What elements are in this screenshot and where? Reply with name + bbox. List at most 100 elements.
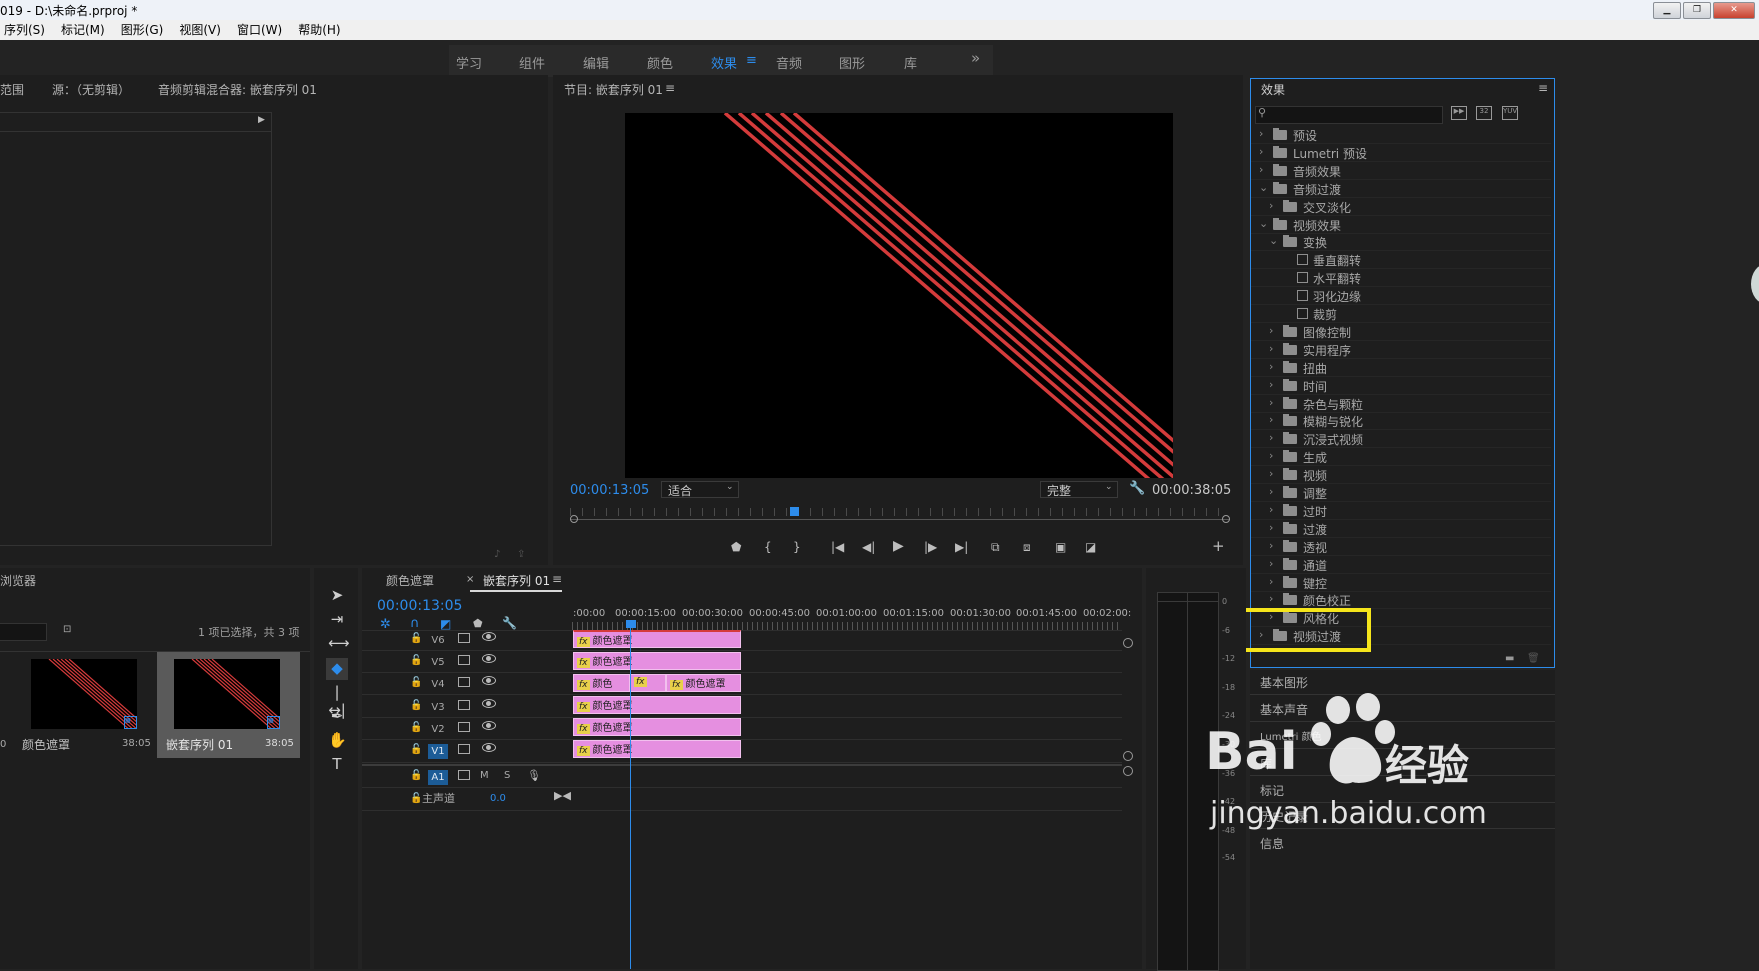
mute-button[interactable]: M — [480, 770, 489, 781]
scroll-handle[interactable] — [1123, 751, 1133, 761]
chevron-right-icon[interactable]: › — [1269, 199, 1273, 212]
yuv-icon[interactable]: YUV — [1502, 106, 1518, 120]
sync-lock-icon[interactable] — [458, 655, 470, 665]
quality-dropdown[interactable]: 完整 ⌄ — [1040, 481, 1118, 498]
chevron-right-icon[interactable]: › — [1259, 163, 1263, 176]
effects-tree-item[interactable]: › 扭曲 — [1251, 359, 1551, 377]
program-scrubber[interactable] — [570, 505, 1230, 525]
effects-search-input[interactable]: ⚲ — [1255, 106, 1443, 124]
close-tab-icon[interactable]: × — [466, 574, 474, 585]
track-select-tool-icon[interactable]: ⇥ — [328, 610, 346, 628]
eye-icon[interactable] — [482, 721, 496, 730]
panel-essential-sound[interactable]: 基本声音 — [1260, 701, 1308, 718]
compare-icon[interactable]: ◪ — [1085, 540, 1096, 554]
lock-icon[interactable]: 🔓 — [410, 744, 422, 755]
type-tool-icon[interactable]: T — [328, 755, 346, 773]
effects-tree-item[interactable]: 裁剪 — [1251, 305, 1551, 323]
export-audio-icon[interactable]: ♪ — [494, 549, 500, 560]
effects-tree-item[interactable]: › 视频 — [1251, 466, 1551, 485]
chevron-right-icon[interactable]: › — [1269, 431, 1273, 444]
sync-lock-icon[interactable] — [458, 722, 470, 732]
effects-tree-item[interactable]: › 过渡 — [1251, 520, 1551, 538]
timeline-playhead[interactable] — [626, 620, 636, 628]
solo-button[interactable]: S — [504, 770, 510, 781]
32-bit-icon[interactable]: 32 — [1476, 106, 1492, 120]
time-ruler[interactable] — [572, 622, 1122, 630]
wrench-icon[interactable]: 🔧 — [1129, 481, 1145, 496]
lock-icon[interactable]: 🔓 — [410, 677, 422, 688]
effects-tree-item[interactable]: › 键控 — [1251, 574, 1551, 592]
effects-tree-item[interactable]: › 颜色校正 — [1251, 591, 1551, 610]
clip-v6[interactable]: fx 颜色遮罩 — [573, 630, 741, 648]
eye-icon[interactable] — [482, 743, 496, 752]
expand-arrow-icon[interactable]: ▶ — [258, 115, 265, 125]
razor-tool-icon[interactable]: ◆ — [328, 659, 346, 677]
chevron-right-icon[interactable]: › — [1269, 396, 1273, 409]
lock-icon[interactable]: 🔓 — [410, 633, 422, 644]
program-video-frame[interactable] — [625, 113, 1173, 478]
chevron-down-icon[interactable]: ⌄ — [1259, 181, 1268, 194]
program-menu-icon[interactable]: ≡ — [665, 81, 675, 95]
maximize-button[interactable]: ❐ — [1683, 2, 1711, 19]
side-handle[interactable] — [1751, 264, 1759, 304]
effects-tree-item[interactable]: › 杂色与颗粒 — [1251, 395, 1551, 413]
panel-info[interactable]: 信息 — [1260, 835, 1284, 852]
tab-scopes[interactable]: 范围 — [0, 81, 24, 98]
effects-tree-item[interactable]: 羽化边缘 — [1251, 287, 1551, 306]
chevron-right-icon[interactable]: › — [1269, 342, 1273, 355]
playhead-marker[interactable] — [790, 507, 799, 516]
eye-icon[interactable] — [482, 699, 496, 708]
effects-tree-item[interactable]: ⌄ 音频过渡 — [1251, 180, 1551, 198]
project-search-input[interactable] — [0, 623, 47, 641]
chevron-down-icon[interactable]: ⌄ — [1269, 234, 1278, 247]
go-to-end-icon[interactable]: ▶◀ — [554, 789, 571, 802]
scroll-handle[interactable] — [1123, 766, 1133, 776]
effects-tree-item[interactable]: › 调整 — [1251, 484, 1551, 502]
chevron-right-icon[interactable]: › — [1269, 539, 1273, 552]
menu-graphics[interactable]: 图形(G) — [121, 20, 164, 40]
chevron-right-icon[interactable]: › — [1269, 467, 1273, 480]
chevron-right-icon[interactable]: › — [1269, 360, 1273, 373]
extract-icon[interactable]: ⧈ — [1023, 540, 1031, 555]
project-item-nested-sequence[interactable]: ▦ 嵌套序列 01 38:05 — [157, 652, 300, 758]
chevron-right-icon[interactable]: › — [1269, 592, 1273, 605]
effects-tree-item[interactable]: › 模糊与锐化 — [1251, 412, 1551, 431]
workspace-tab-libraries[interactable]: 库 — [904, 53, 917, 72]
project-item-color-matte[interactable]: ▦ 0 颜色遮罩 38:05 — [0, 654, 153, 758]
panel-history[interactable]: 历史记录 — [1260, 808, 1308, 825]
sync-lock-icon[interactable] — [458, 633, 470, 643]
mark-in-icon[interactable]: { — [764, 540, 772, 554]
slip-tool-icon[interactable]: |↔| — [328, 683, 346, 719]
tab-source[interactable]: 源：（无剪辑） — [52, 81, 130, 98]
menu-help[interactable]: 帮助(H) — [298, 20, 340, 40]
workspace-tab-audio[interactable]: 音频 — [776, 53, 802, 72]
effects-tree-item[interactable]: › 生成 — [1251, 448, 1551, 467]
step-back-icon[interactable]: ◀| — [862, 540, 875, 554]
add-button-icon[interactable]: + — [1212, 537, 1225, 555]
effects-tree-item[interactable]: › 实用程序 — [1251, 341, 1551, 359]
workspace-menu-icon[interactable]: ≡ — [746, 53, 757, 68]
effects-tree-item[interactable]: ⌄ 视频效果 — [1251, 216, 1551, 234]
panel-lumetri[interactable]: Lumetri 颜色 — [1260, 728, 1322, 743]
effects-tree-item[interactable]: › Lumetri 预设 — [1251, 144, 1551, 162]
lock-icon[interactable]: 🔓 — [410, 700, 422, 711]
effects-tree-item[interactable]: › 预设 — [1251, 126, 1551, 144]
mark-out-icon[interactable]: } — [793, 540, 801, 554]
step-forward-icon[interactable]: |▶ — [924, 540, 937, 554]
lock-icon[interactable]: 🔓 — [410, 793, 422, 804]
tab-nested-sequence[interactable]: 嵌套序列 01 — [483, 572, 550, 589]
hand-tool-icon[interactable]: ✋ — [328, 731, 347, 749]
panel-libraries[interactable]: 库 — [1260, 755, 1272, 772]
master-volume[interactable]: 0.0 — [490, 793, 506, 804]
effects-menu-icon[interactable]: ≡ — [1538, 81, 1548, 95]
clip-v2[interactable]: fx 颜色遮罩 — [573, 718, 741, 736]
chevron-right-icon[interactable]: › — [1269, 413, 1273, 426]
workspace-tab-color[interactable]: 颜色 — [647, 53, 673, 72]
delete-icon[interactable]: 🗑 — [1527, 653, 1540, 664]
chevron-right-icon[interactable]: › — [1269, 575, 1273, 588]
sync-lock-icon[interactable] — [458, 677, 470, 687]
chevron-right-icon[interactable]: › — [1269, 324, 1273, 337]
lift-icon[interactable]: ⧉ — [991, 540, 1000, 555]
accelerated-effects-icon[interactable]: ▶▶ — [1451, 106, 1467, 120]
program-timecode[interactable]: 00:00:13:05 — [570, 483, 649, 498]
